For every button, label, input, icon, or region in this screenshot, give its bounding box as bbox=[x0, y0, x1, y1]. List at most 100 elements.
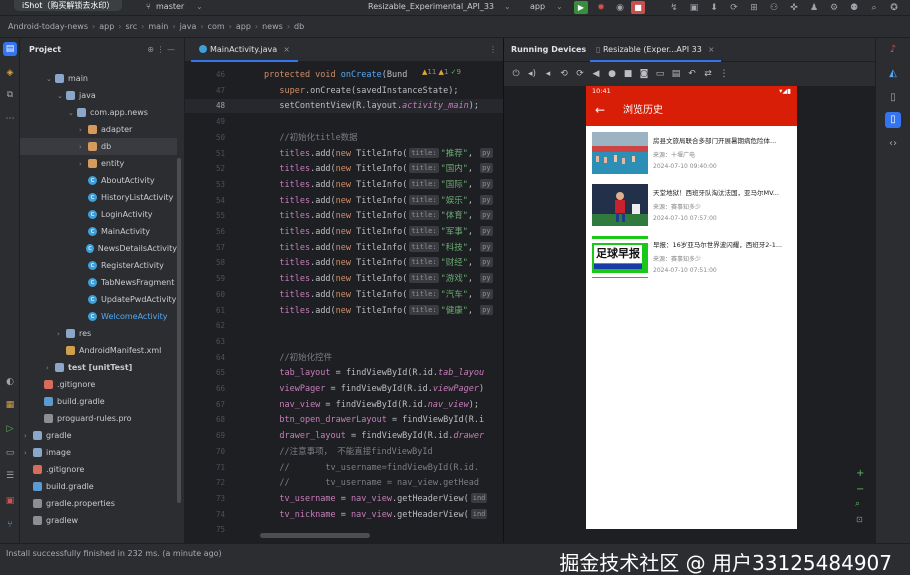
code-line[interactable]: titles.add(new TitleInfo(title: "国际", py bbox=[264, 178, 503, 192]
code-line[interactable]: titles.add(new TitleInfo(title: "国内", py bbox=[264, 162, 503, 176]
tree-item[interactable]: gradlew bbox=[20, 512, 177, 529]
layout-inspector-icon[interactable]: ⊞ bbox=[748, 2, 760, 14]
tree-item[interactable]: c RegisterActivity bbox=[20, 257, 177, 274]
code-line[interactable]: titles.add(new TitleInfo(title: "体育", py bbox=[264, 209, 503, 223]
rotate-left-icon[interactable]: ⟲ bbox=[558, 68, 570, 80]
tree-item[interactable]: › db bbox=[20, 138, 177, 155]
volume-down-icon[interactable]: ◂ bbox=[542, 68, 554, 80]
code-line[interactable]: // tv_username=findViewById(R.id. bbox=[264, 461, 503, 475]
tree-item[interactable]: c HistoryListActivity bbox=[20, 189, 177, 206]
notifications-icon[interactable]: ♟ bbox=[808, 2, 820, 14]
horizontal-scrollbar[interactable] bbox=[260, 533, 370, 538]
code-with-me-icon[interactable]: ⚇ bbox=[768, 2, 780, 14]
close-icon[interactable]: × bbox=[283, 45, 290, 54]
tree-item[interactable]: proguard-rules.pro bbox=[20, 410, 177, 427]
inspection-widget[interactable]: ▲11 ▲1 ✓9 bbox=[422, 68, 461, 76]
undo-icon[interactable]: ↶ bbox=[686, 68, 698, 80]
code-line[interactable]: titles.add(new TitleInfo(title: "科技", py bbox=[264, 241, 503, 255]
zoom-fit-icon[interactable]: ⌕ bbox=[855, 499, 860, 509]
sync-icon[interactable]: ⟳ bbox=[728, 2, 740, 14]
device-selector[interactable]: Resizable_Experimental_API_33 bbox=[368, 2, 494, 12]
list-item[interactable]: 足球早报 早报：16岁亚马尔世界波闪耀，西班牙2-1... 来源：赛事知多少 2… bbox=[592, 236, 794, 282]
profile-icon[interactable]: ↯ bbox=[668, 2, 680, 14]
debug-icon[interactable]: ✹ bbox=[595, 2, 607, 14]
code-line[interactable]: titles.add(new TitleInfo(title: "游戏", py bbox=[264, 272, 503, 286]
code-line[interactable]: titles.add(new TitleInfo(title: "军事", py bbox=[264, 225, 503, 239]
chevron-right-icon[interactable]: › bbox=[24, 432, 33, 440]
back-arrow-icon[interactable]: ← bbox=[595, 103, 605, 117]
code-line[interactable]: //初始化控件 bbox=[264, 351, 503, 365]
tree-item[interactable]: AndroidManifest.xml bbox=[20, 342, 177, 359]
device-manager-side-icon[interactable]: ▯ bbox=[885, 90, 901, 106]
project-panel-title[interactable]: Project bbox=[29, 45, 61, 55]
search-icon[interactable]: ⌕ bbox=[868, 2, 880, 14]
code-line[interactable]: drawer_layout = findViewById(R.id.drawer bbox=[264, 429, 503, 443]
folding-icon[interactable]: ▤ bbox=[670, 68, 682, 80]
run-button[interactable]: ▶ bbox=[574, 1, 588, 14]
ide-settings-icon[interactable]: ✪ bbox=[888, 2, 900, 14]
code-line[interactable]: setContentView(R.layout.activity_main); bbox=[264, 99, 503, 113]
chevron-right-icon[interactable]: › bbox=[24, 449, 33, 457]
chevron-right-icon[interactable]: › bbox=[79, 160, 88, 168]
tree-item[interactable]: c LoginActivity bbox=[20, 206, 177, 223]
panel-actions-icon[interactable]: ⊕ ⋮ — bbox=[147, 45, 175, 55]
tree-item[interactable]: build.gradle bbox=[20, 478, 177, 495]
code-line[interactable]: // tv_username = nav_view.getHead bbox=[264, 476, 503, 490]
tree-item[interactable]: .gitignore bbox=[20, 461, 177, 478]
tree-item[interactable]: c TabNewsFragment bbox=[20, 274, 177, 291]
code-line[interactable]: titles.add(new TitleInfo(title: "推荐", py bbox=[264, 147, 503, 161]
breadcrumb-item[interactable]: app bbox=[236, 22, 251, 31]
more-tools-icon[interactable]: ⋯ bbox=[3, 112, 17, 126]
breadcrumb-item[interactable]: Android-today-news bbox=[8, 22, 88, 31]
notifications-bell-icon[interactable]: ♪ bbox=[885, 42, 901, 58]
tree-item[interactable]: .gitignore bbox=[20, 376, 177, 393]
more-tabs-icon[interactable]: ⋮ bbox=[489, 45, 497, 54]
chevron-down-icon[interactable]: ⌄ bbox=[57, 92, 66, 100]
terminal-icon[interactable]: ▭ bbox=[3, 446, 17, 460]
build-variants-icon[interactable]: ◐ bbox=[3, 375, 17, 389]
run-config-selector[interactable]: app bbox=[530, 2, 545, 12]
tree-item[interactable]: c UpdatePwdActivity bbox=[20, 291, 177, 308]
problems-icon[interactable]: ▣ bbox=[3, 494, 17, 508]
breadcrumb-item[interactable]: src bbox=[125, 22, 137, 31]
tree-item[interactable]: c MainActivity bbox=[20, 223, 177, 240]
actual-size-icon[interactable]: ⊡ bbox=[856, 515, 863, 524]
tree-item[interactable]: › adapter bbox=[20, 121, 177, 138]
code-line[interactable]: super.onCreate(savedInstanceState); bbox=[264, 84, 503, 98]
code-line[interactable] bbox=[264, 319, 503, 333]
back-icon[interactable]: ◀ bbox=[590, 68, 602, 80]
tree-item[interactable]: c NewsDetailsActivity bbox=[20, 240, 177, 257]
code-line[interactable]: tv_nickname = nav_view.getHeaderView(ind bbox=[264, 508, 503, 522]
branch-selector[interactable]: master bbox=[156, 2, 184, 12]
account-icon[interactable]: ⚉ bbox=[848, 2, 860, 14]
gradle-icon[interactable]: ◭ bbox=[885, 66, 901, 82]
tree-item[interactable]: › gradle bbox=[20, 427, 177, 444]
code-line[interactable]: nav_view = findViewById(R.id.nav_view); bbox=[264, 398, 503, 412]
run-tool-icon[interactable]: ▷ bbox=[3, 422, 17, 436]
tree-item[interactable]: build.gradle bbox=[20, 393, 177, 410]
tree-item[interactable]: c AboutActivity bbox=[20, 172, 177, 189]
breadcrumb-item[interactable]: main bbox=[148, 22, 168, 31]
code-line[interactable]: //初始化title数据 bbox=[264, 131, 503, 145]
zoom-in-icon[interactable]: + bbox=[856, 468, 864, 479]
record-icon[interactable]: ▭ bbox=[654, 68, 666, 80]
code-line[interactable]: titles.add(new TitleInfo(title: "汽车", py bbox=[264, 288, 503, 302]
chevron-right-icon[interactable]: › bbox=[79, 143, 88, 151]
todo-icon[interactable]: ☰ bbox=[3, 469, 17, 483]
structure-icon[interactable]: ⧉ bbox=[3, 88, 17, 102]
tree-item[interactable]: › test [unitTest] bbox=[20, 359, 177, 376]
overview-icon[interactable]: ■ bbox=[622, 68, 634, 80]
device-manager-icon[interactable]: ▣ bbox=[688, 2, 700, 14]
breadcrumb-item[interactable]: news bbox=[262, 22, 283, 31]
scrollbar[interactable] bbox=[177, 158, 181, 503]
tree-item[interactable]: › image bbox=[20, 444, 177, 461]
code-line[interactable]: titles.add(new TitleInfo(title: "健康", py bbox=[264, 304, 503, 318]
code-line[interactable] bbox=[264, 115, 503, 129]
running-devices-icon[interactable]: ▯ bbox=[885, 112, 901, 128]
breadcrumb-item[interactable]: com bbox=[208, 22, 225, 31]
home-icon[interactable]: ● bbox=[606, 68, 618, 80]
git-icon[interactable]: ⑂ bbox=[3, 518, 17, 532]
code-line[interactable]: viewPager = findViewById(R.id.viewPager) bbox=[264, 382, 503, 396]
code-line[interactable]: tv_username = nav_view.getHeaderView(ind bbox=[264, 492, 503, 506]
breadcrumb-item[interactable]: java bbox=[180, 22, 197, 31]
